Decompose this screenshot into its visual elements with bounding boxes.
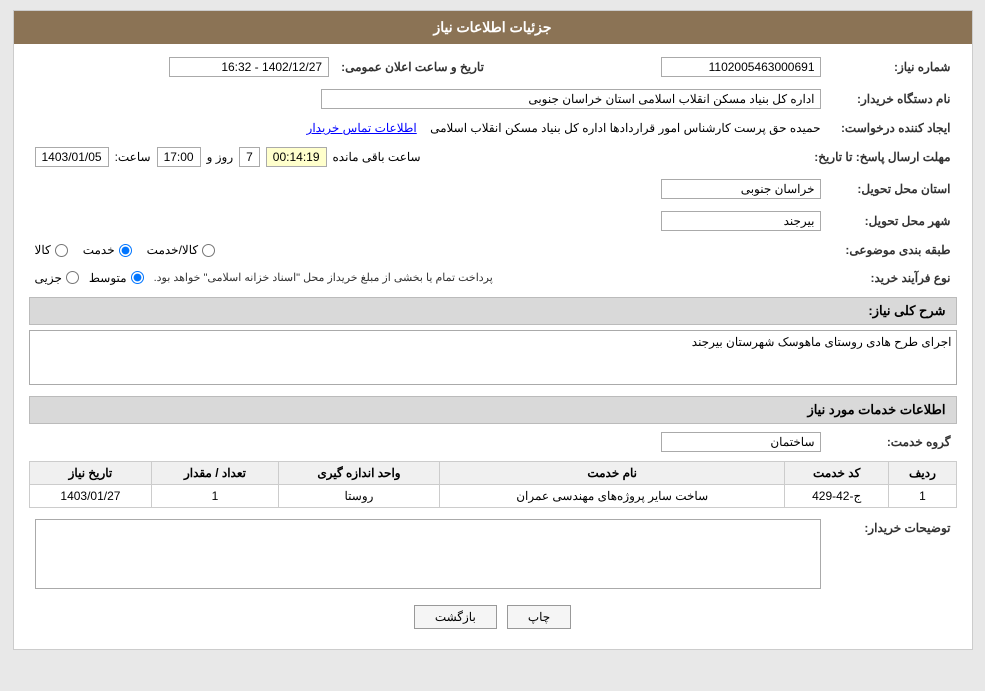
services-section-header: اطلاعات خدمات مورد نیاز <box>29 396 957 424</box>
print-button[interactable]: چاپ <box>507 605 571 629</box>
purchase-type-motavasset[interactable]: متوسط <box>89 271 144 285</box>
creator-table: ایجاد کننده درخواست: حمیده حق پرست کارشن… <box>29 118 957 138</box>
deadline-day-label: روز و <box>207 150 234 164</box>
city-label: شهر محل تحویل: <box>827 208 957 234</box>
button-row: چاپ بازگشت <box>29 605 957 629</box>
purchase-type-note: پرداخت تمام یا بخشی از مبلغ خریداز محل "… <box>154 269 493 286</box>
category-label: طبقه بندی موضوعی: <box>827 240 957 260</box>
cell-quantity: 1 <box>152 485 278 508</box>
announcement-date-value: 1402/12/27 - 16:32 <box>29 54 336 80</box>
category-khedmat-label: خدمت <box>83 243 115 257</box>
deadline-date: 1403/01/05 <box>35 147 109 167</box>
buyer-notes-textarea[interactable] <box>35 519 821 589</box>
service-group-box: ساختمان <box>661 432 821 452</box>
deadline-table: مهلت ارسال پاسخ: تا تاریخ: 1403/01/05 سا… <box>29 144 957 170</box>
description-section-header: شرح کلی نیاز: <box>29 297 957 325</box>
category-kala-radio[interactable] <box>55 244 68 257</box>
page-title: جزئیات اطلاعات نیاز <box>14 11 972 44</box>
description-textarea[interactable]: اجرای طرح هادی روستای ماهوسک شهرستان بیر… <box>29 330 957 385</box>
deadline-value: 1403/01/05 ساعت: 17:00 روز و 7 00:14:19 … <box>29 144 809 170</box>
service-group-table: گروه خدمت: ساختمان <box>29 429 957 455</box>
cell-unit: روستا <box>278 485 440 508</box>
need-number-box: 1102005463000691 <box>661 57 821 77</box>
col-qty: تعداد / مقدار <box>152 462 278 485</box>
province-label: استان محل تحویل: <box>827 176 957 202</box>
services-table: ردیف کد خدمت نام خدمت واحد اندازه گیری ت… <box>29 461 957 508</box>
city-value: بیرجند <box>29 208 827 234</box>
creator-text: حمیده حق پرست کارشناس امور قراردادها ادا… <box>430 121 820 135</box>
buyer-org-box: اداره کل بنیاد مسکن انقلاب اسلامی استان … <box>321 89 821 109</box>
cell-name: ساخت سایر پروژه‌های مهندسی عمران <box>440 485 785 508</box>
col-code: کد خدمت <box>784 462 888 485</box>
buyer-notes-table: توضیحات خریدار: <box>29 516 957 595</box>
deadline-days: 7 <box>239 147 260 167</box>
buyer-org-value: اداره کل بنیاد مسکن انقلاب اسلامی استان … <box>29 86 827 112</box>
purchase-type-motavasset-radio[interactable] <box>131 271 144 284</box>
table-row: 1ج-42-429ساخت سایر پروژه‌های مهندسی عمرا… <box>29 485 956 508</box>
contact-link[interactable]: اطلاعات تماس خریدار <box>307 121 417 135</box>
category-table: طبقه بندی موضوعی: کالا خدمت کالا/خدمت <box>29 240 957 260</box>
service-group-value: ساختمان <box>29 429 827 455</box>
deadline-remaining-label: ساعت باقی مانده <box>333 150 421 164</box>
category-option-kala-khedmat[interactable]: کالا/خدمت <box>147 243 215 257</box>
buyer-notes-label: توضیحات خریدار: <box>827 516 957 595</box>
announcement-date-box: 1402/12/27 - 16:32 <box>169 57 329 77</box>
cell-code: ج-42-429 <box>784 485 888 508</box>
province-table: استان محل تحویل: خراسان جنوبی <box>29 176 957 202</box>
need-number-value: 1102005463000691 <box>520 54 827 80</box>
category-khedmat-radio[interactable] <box>119 244 132 257</box>
category-kala-khedmat-radio[interactable] <box>202 244 215 257</box>
deadline-remaining: 00:14:19 <box>266 147 327 167</box>
purchase-type-jozi-label: جزیی <box>35 271 62 285</box>
city-box: بیرجند <box>661 211 821 231</box>
creator-label: ایجاد کننده درخواست: <box>827 118 957 138</box>
col-unit: واحد اندازه گیری <box>278 462 440 485</box>
purchase-type-motavasset-label: متوسط <box>89 271 127 285</box>
category-value: کالا خدمت کالا/خدمت <box>29 240 827 260</box>
category-kala-label: کالا <box>35 243 51 257</box>
page-wrapper: جزئیات اطلاعات نیاز شماره نیاز: 11020054… <box>13 10 973 650</box>
cell-row: 1 <box>889 485 956 508</box>
cell-date: 1403/01/27 <box>29 485 152 508</box>
purchase-type-table: نوع فرآیند خرید: جزیی متوسط <box>29 266 957 289</box>
deadline-label: مهلت ارسال پاسخ: تا تاریخ: <box>808 144 956 170</box>
need-number-label: شماره نیاز: <box>827 54 957 80</box>
category-option-kala[interactable]: کالا <box>35 243 68 257</box>
category-kala-khedmat-label: کالا/خدمت <box>147 243 198 257</box>
buyer-notes-value <box>29 516 827 595</box>
purchase-type-value: جزیی متوسط پرداخت تمام یا بخشی از مبلغ خ… <box>29 266 827 289</box>
announcement-date-label: تاریخ و ساعت اعلان عمومی: <box>335 54 490 80</box>
province-box: خراسان جنوبی <box>661 179 821 199</box>
deadline-time-label: ساعت: <box>115 150 151 164</box>
back-button[interactable]: بازگشت <box>414 605 497 629</box>
province-value: خراسان جنوبی <box>29 176 827 202</box>
purchase-type-jozi-radio[interactable] <box>66 271 79 284</box>
buyer-org-table: نام دستگاه خریدار: اداره کل بنیاد مسکن ا… <box>29 86 957 112</box>
description-area: اجرای طرح هادی روستای ماهوسک شهرستان بیر… <box>29 330 957 388</box>
content-area: شماره نیاز: 1102005463000691 تاریخ و ساع… <box>14 44 972 649</box>
col-row: ردیف <box>889 462 956 485</box>
purchase-type-jozi[interactable]: جزیی <box>35 271 79 285</box>
service-group-label: گروه خدمت: <box>827 429 957 455</box>
creator-value: حمیده حق پرست کارشناس امور قراردادها ادا… <box>29 118 827 138</box>
col-date: تاریخ نیاز <box>29 462 152 485</box>
col-name: نام خدمت <box>440 462 785 485</box>
category-option-khedmat[interactable]: خدمت <box>83 243 132 257</box>
deadline-time: 17:00 <box>157 147 201 167</box>
city-table: شهر محل تحویل: بیرجند <box>29 208 957 234</box>
purchase-type-label: نوع فرآیند خرید: <box>827 266 957 289</box>
buyer-org-label: نام دستگاه خریدار: <box>827 86 957 112</box>
header-info-table: شماره نیاز: 1102005463000691 تاریخ و ساع… <box>29 54 957 80</box>
